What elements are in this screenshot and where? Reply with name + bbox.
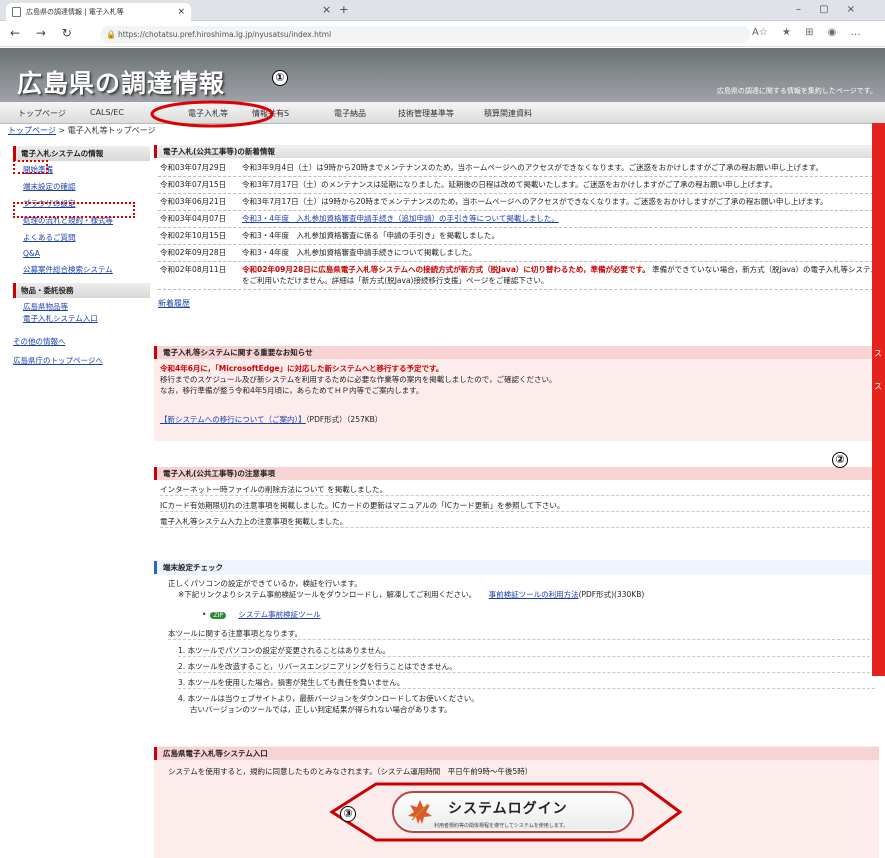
login-sub: 利用者規約等の関係規程を遵守してシステムを使用します。 xyxy=(434,823,569,829)
callout-2: ② xyxy=(832,452,848,468)
note-item: 1. 本ツールでパソコンの設定が変更されることはありません。 xyxy=(178,645,875,657)
sidebar-link-other[interactable]: その他の情報へ xyxy=(13,336,150,347)
tab-title: 広島県の調達情報 | 電子入札等 xyxy=(26,8,124,16)
caution-heading: 電子入札(公共工事等)の注意事項 xyxy=(154,467,879,480)
entry-heading: 広島県電子入札等システム入口 xyxy=(154,747,879,760)
sidebar-link-goods[interactable]: 広島県物品等 xyxy=(23,301,150,312)
sidebar-link-faq[interactable]: よくあるご質問 xyxy=(23,232,150,243)
login-label: システムログイン xyxy=(448,801,568,817)
highlight-prep xyxy=(13,160,48,174)
news-list: 令和03年07月29日 令和3年9月4日（土）は9時から20時までメンテナンスのた… xyxy=(158,160,878,309)
right-side-tab[interactable]: スス xyxy=(872,123,885,676)
important-line3: なお，移行準備が整う令和4年5月頃に，あらためてＨＰ内等でご案内します。 xyxy=(160,386,424,395)
news-row: 令和03年07月29日 令和3年9月4日（土）は9時から20時までメンテナンスのた… xyxy=(158,160,878,177)
note-item: 3. 本ツールを使用した場合，損害が発生しても責任を負いません。 xyxy=(178,677,875,689)
breadcrumb: トップページ > 電子入札等トップページ xyxy=(8,126,156,135)
howto-link[interactable]: 事前検証ツールの利用方法 xyxy=(489,590,579,599)
nav-e-delivery[interactable]: 電子納品 xyxy=(334,108,366,119)
nav-cals[interactable]: CALS/EC xyxy=(90,108,124,117)
sidebar-heading-goods: 物品・委託役務 xyxy=(13,283,150,298)
nav-e-bidding[interactable]: 電子入札等 xyxy=(188,108,228,119)
browser-tab[interactable]: 広島県の調達情報 | 電子入札等 × xyxy=(6,3,191,21)
global-nav: トップページ CALS/EC 電子入札等 情報共有S 電子納品 技術管理基準等 … xyxy=(0,102,885,124)
news-heading: 電子入札(公共工事等)の新着情報 xyxy=(154,145,879,158)
caution-item: ICカード有効期限切れの注意事項を掲載しました。ICカードの更新はマニュアルの「… xyxy=(160,500,875,512)
new-tab-icon[interactable]: + xyxy=(339,3,348,16)
caution-item: 電子入札等システム入力上の注意事項を掲載しました。 xyxy=(160,516,875,528)
site-tagline: 広島県の調達に関する情報を集約したページです。 xyxy=(716,87,877,95)
news-row: 令和03年06月21日 令和3年7月17日（土）は9時から20時までメンテナンスの… xyxy=(158,194,878,211)
entry-text: システムを使用すると，規約に同意したものとみなされます。（システム運用時間 平日… xyxy=(168,767,533,776)
news-row: 令和03年07月15日 令和3年7月17日（土）のメンテナンスは延期になりました。… xyxy=(158,177,878,194)
caution-item[interactable]: インターネット一時ファイルの削除方法について を掲載しました。 xyxy=(160,484,875,496)
system-login-button[interactable]: システムログイン 利用者規約等の関係規程を遵守してシステムを使用します。 xyxy=(392,791,634,833)
site-banner: 広島県の調達情報 広島県の調達に関する情報を集約したページです。 xyxy=(0,48,885,102)
url-field[interactable]: 🔒 https://chotatsu.pref.hiroshima.lg.jp/n… xyxy=(100,26,750,43)
close-icon[interactable]: × xyxy=(177,7,185,17)
news-row: 令和03年04月07日 令和3・4年度 入札参加資格審査申請手続き（追加申請）の手… xyxy=(158,211,878,228)
maple-leaf-icon xyxy=(408,800,432,824)
back-icon[interactable]: ← xyxy=(10,26,20,40)
address-bar-row: ← → ↻ 🔒 https://chotatsu.pref.hiroshima.l… xyxy=(0,21,885,47)
note-item: 古いバージョンのツールでは，正しい判定結果が得られない場合があります。 xyxy=(190,705,452,714)
sidebar-heading: 電子入札システムの情報 xyxy=(13,146,150,161)
important-red-text: 令和4年6月に，「MicrosoftEdge」に対応した新システムへと移行する予… xyxy=(160,364,444,373)
sidebar-link-goods-entry[interactable]: 電子入札システム入口 xyxy=(23,313,150,324)
sidebar-link-qa[interactable]: Q&A xyxy=(23,249,150,258)
sidebar-link-terminal[interactable]: 端末設定の確認 xyxy=(23,181,150,192)
callout-1: ① xyxy=(272,70,288,86)
news-history-link[interactable]: 新着履歴 xyxy=(158,299,190,308)
terminal-line1: 正しくパソコンの設定ができているか，検証を行います。 xyxy=(168,579,362,588)
sidebar-link-search[interactable]: 公募案件総合検索システム xyxy=(23,264,150,275)
zip-badge: ZIP xyxy=(210,612,226,619)
lock-icon: 🔒 xyxy=(106,30,116,39)
nav-info-share[interactable]: 情報共有S xyxy=(252,108,289,119)
window-controls[interactable]: –▢× xyxy=(796,4,873,15)
news-row: 令和02年09月28日 令和3・4年度 入札参加資格審査申請手続きについて掲載しま… xyxy=(158,245,878,262)
callout-3: ③ xyxy=(340,806,356,822)
sidebar-link-pref-top[interactable]: 広島県庁のトップページへ xyxy=(13,355,150,366)
note-item: 2. 本ツールを改造すること，リバースエンジニアリングを行うことはできません。 xyxy=(178,661,875,673)
tab-close-icon[interactable]: × xyxy=(322,3,331,16)
reload-icon[interactable]: ↻ xyxy=(62,26,72,40)
nav-estimate[interactable]: 積算関連資料 xyxy=(484,108,532,119)
site-title: 広島県の調達情報 xyxy=(17,69,226,98)
news-row: 令和02年10月15日 令和3・4年度 入札参加資格審査に係る「申請の手引き」を掲… xyxy=(158,228,878,245)
note-item: 4. 本ツールは当ウェブサイトより，最新バージョンをダウンロードしてお使いくださ… xyxy=(178,694,479,703)
url-text: https://chotatsu.pref.hiroshima.lg.jp/ny… xyxy=(118,30,332,39)
breadcrumb-home[interactable]: トップページ xyxy=(8,126,56,135)
highlight-flow xyxy=(13,202,135,218)
notes-head: 本ツールに関する注意事項となります。 xyxy=(168,628,875,640)
tool-download-link[interactable]: システム事前検証ツール xyxy=(238,610,320,619)
terminal-heading: 端末設定チェック xyxy=(154,561,879,574)
important-line2: 移行までのスケジュール及び新システムを利用するために必要な作業等の案内を掲載しま… xyxy=(160,375,557,384)
browser-toolbar-icons[interactable]: A☆ ★ ⊞ ◉ … xyxy=(752,27,861,38)
important-heading: 電子入札等システムに関する重要なお知らせ xyxy=(154,346,879,359)
news-row: 令和02年08月11日 令和02年09月28日に広島県電子入札等システムへの接続方… xyxy=(158,262,878,290)
nav-top[interactable]: トップページ xyxy=(18,108,66,119)
browser-tab-bar: 広島県の調達情報 | 電子入札等 × × + –▢× xyxy=(0,0,885,21)
nav-tech-standards[interactable]: 技術管理基準等 xyxy=(398,108,454,119)
forward-icon[interactable]: → xyxy=(36,26,46,40)
breadcrumb-current: 電子入札等トップページ xyxy=(67,126,156,135)
migration-guide-link[interactable]: 【新システムへの移行について（ご案内）】 xyxy=(160,415,306,424)
page-icon xyxy=(12,7,21,17)
left-sidebar: 電子入札システムの情報 開始準備 端末設定の確認 ブラウザの設定 処理の流れと規… xyxy=(13,146,150,372)
